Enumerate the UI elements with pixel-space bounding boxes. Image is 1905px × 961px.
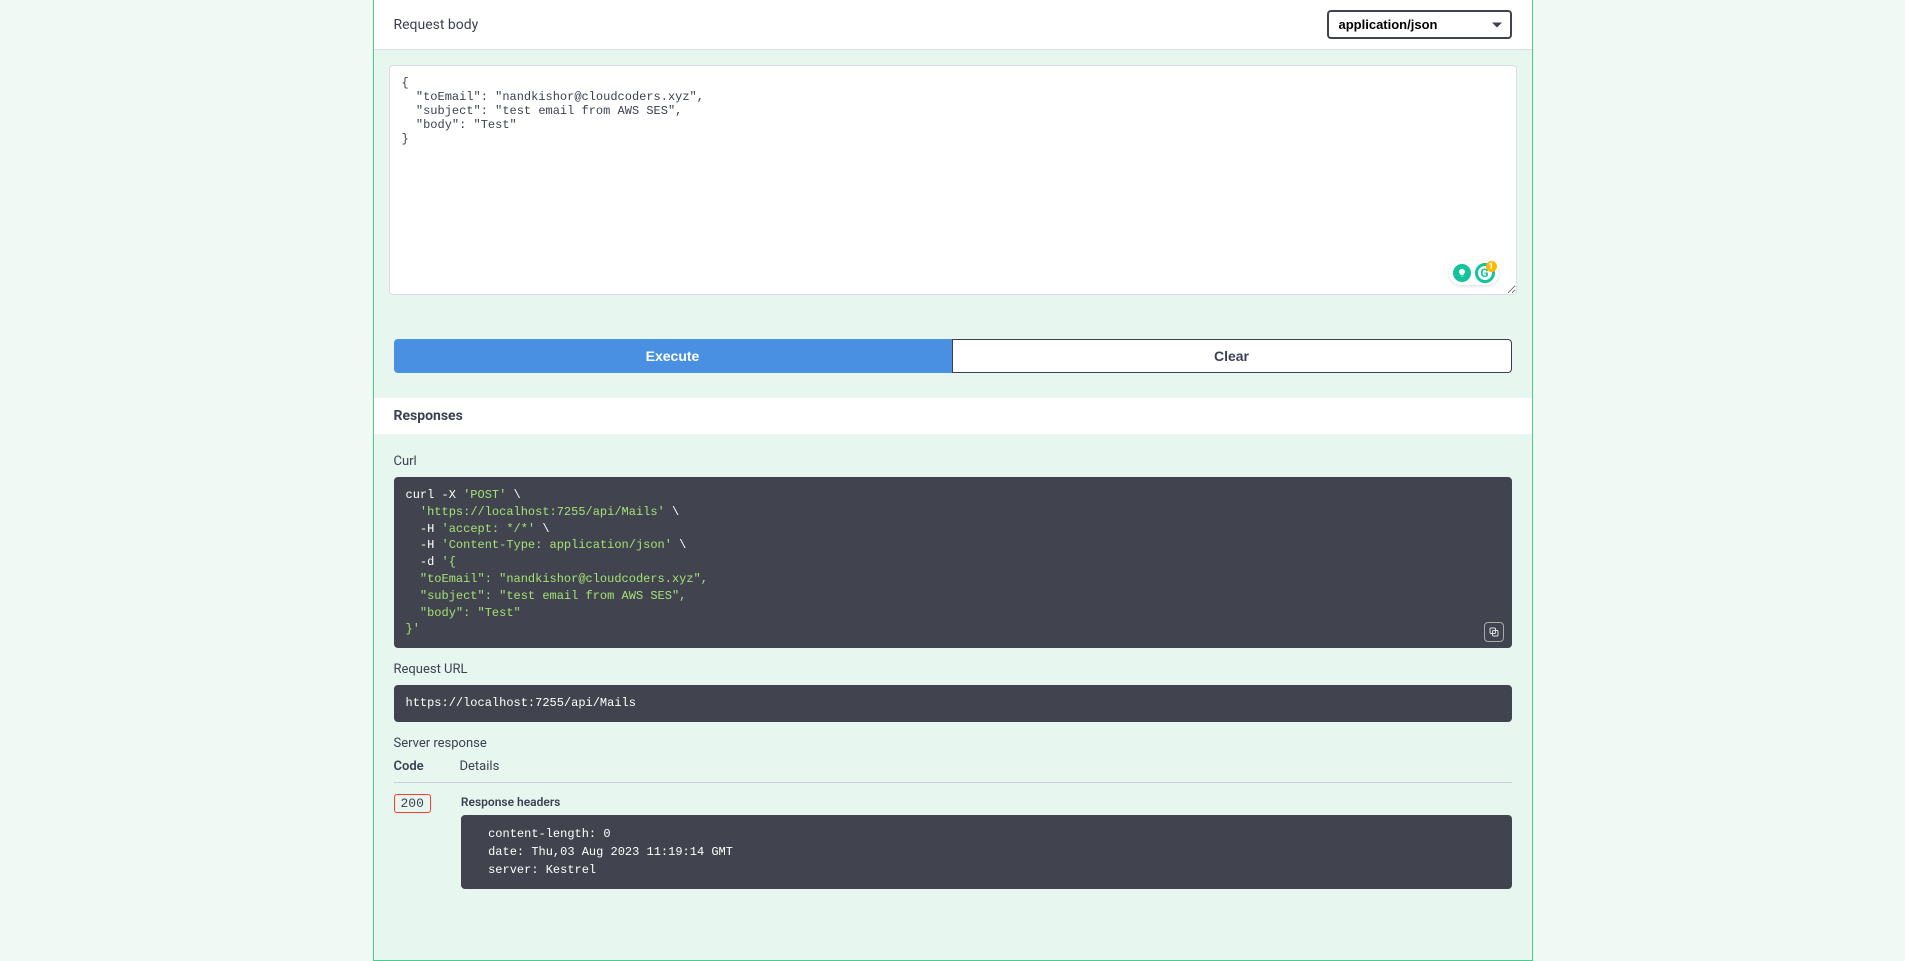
response-details: Response headers content-length: 0 date:…	[461, 795, 1512, 889]
request-body-area: G	[374, 50, 1532, 314]
request-body-header: Request body application/json	[374, 0, 1532, 50]
response-headers-label: Response headers	[461, 795, 1512, 809]
content-type-select[interactable]: application/json	[1327, 10, 1512, 39]
response-headers-block: content-length: 0 date: Thu,03 Aug 2023 …	[461, 815, 1512, 889]
curl-code-block: curl -X 'POST' \ 'https://localhost:7255…	[394, 477, 1512, 648]
grammarly-widget[interactable]: G	[1449, 261, 1499, 285]
request-body-textarea[interactable]	[389, 65, 1517, 295]
clear-button[interactable]: Clear	[952, 339, 1512, 373]
request-url-block: https://localhost:7255/api/Mails	[394, 685, 1512, 722]
responses-heading: Responses	[374, 398, 1532, 434]
code-column-header: Code	[394, 759, 460, 774]
execute-button[interactable]: Execute	[394, 339, 952, 373]
action-buttons-row: Execute Clear	[374, 314, 1532, 398]
curl-label: Curl	[394, 454, 1512, 469]
grammarly-icon: G	[1475, 263, 1495, 283]
bulb-icon	[1453, 264, 1471, 282]
server-response-label: Server response	[394, 736, 1512, 751]
copy-curl-button[interactable]	[1484, 622, 1504, 642]
response-row: 200 Response headers content-length: 0 d…	[394, 795, 1512, 889]
response-table-header: Code Details	[394, 759, 1512, 783]
textarea-wrapper: G	[389, 65, 1517, 299]
content-type-select-wrapper: application/json	[1327, 10, 1512, 39]
request-url-label: Request URL	[394, 662, 1512, 677]
swagger-operation-panel: Request body application/json G Execute …	[373, 0, 1533, 961]
status-code-badge: 200	[394, 794, 431, 813]
request-body-label: Request body	[394, 17, 479, 33]
status-code-cell: 200	[394, 795, 431, 811]
responses-body: Curl curl -X 'POST' \ 'https://localhost…	[374, 434, 1532, 909]
details-column-header: Details	[460, 759, 1512, 774]
